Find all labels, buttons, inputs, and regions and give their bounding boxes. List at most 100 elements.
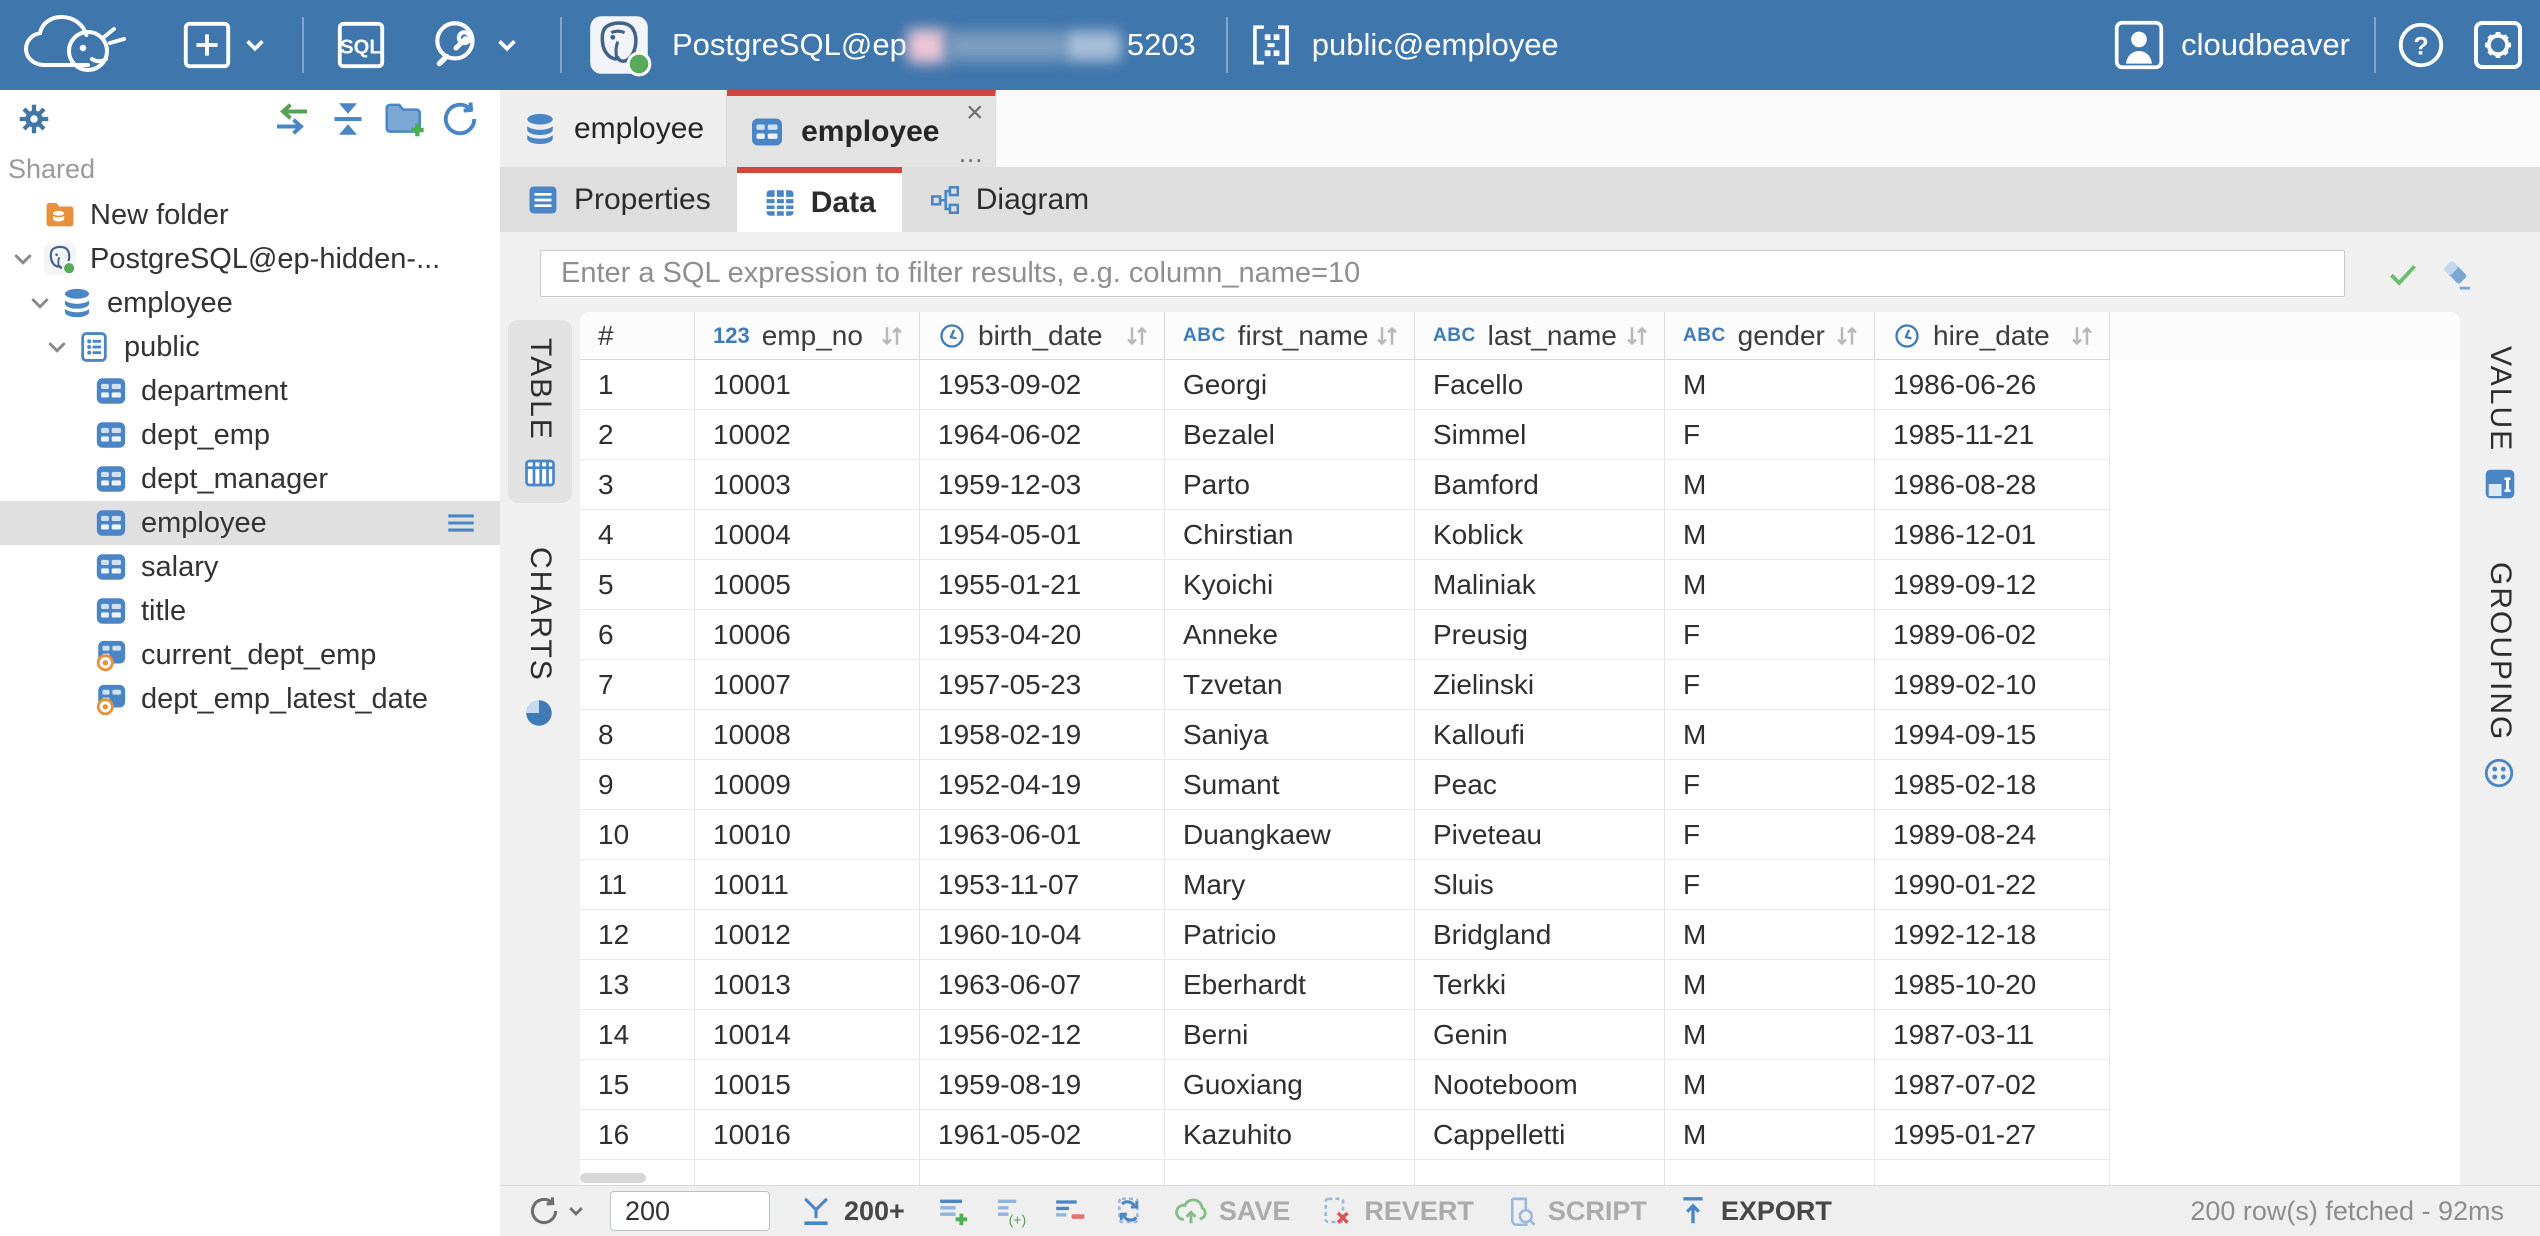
fetch-more-button[interactable]: 200+ (798, 1193, 905, 1229)
data-cell[interactable]: 1985-10-20 (1875, 960, 2110, 1010)
data-cell[interactable]: 1961-05-02 (920, 1110, 1165, 1160)
data-cell[interactable]: 1955-01-21 (920, 560, 1165, 610)
help-button[interactable]: ? (2394, 18, 2448, 72)
data-cell[interactable]: 10003 (695, 460, 920, 510)
schema-selector[interactable]: public@employee (1312, 27, 1559, 63)
data-cell[interactable]: M (1665, 960, 1875, 1010)
tab-data[interactable]: Data (737, 167, 902, 232)
data-cell[interactable]: F (1665, 860, 1875, 910)
data-cell[interactable]: F (1665, 610, 1875, 660)
data-cell[interactable]: 1994-09-15 (1875, 710, 2110, 760)
data-cell[interactable]: Guoxiang (1165, 1060, 1415, 1110)
data-cell[interactable]: Bridgland (1415, 910, 1665, 960)
data-cell[interactable]: Preusig (1415, 610, 1665, 660)
search-tools-button[interactable] (428, 16, 520, 74)
data-cell[interactable]: Genin (1415, 1010, 1665, 1060)
data-cell[interactable]: 1989-09-12 (1875, 560, 2110, 610)
panel-tab-value[interactable]: VALUE (2468, 328, 2532, 514)
collapse-all-button[interactable] (326, 97, 370, 141)
data-cell[interactable]: 10011 (695, 860, 920, 910)
data-cell[interactable]: M (1665, 560, 1875, 610)
data-cell[interactable]: 10002 (695, 410, 920, 460)
data-cell[interactable]: 1959-08-19 (920, 1060, 1165, 1110)
data-cell[interactable]: Chirstian (1165, 510, 1415, 560)
data-cell[interactable]: M (1665, 910, 1875, 960)
data-cell[interactable]: 1952-04-19 (920, 760, 1165, 810)
column-header-first_name[interactable]: ABCfirst_name (1165, 312, 1415, 360)
data-cell[interactable]: 1990-01-22 (1875, 860, 2110, 910)
data-cell[interactable]: F (1665, 760, 1875, 810)
presentation-tab-table[interactable]: TABLE (508, 320, 572, 503)
horizontal-scrollbar-thumb[interactable] (580, 1173, 646, 1183)
tree-item-department[interactable]: department (0, 369, 500, 413)
data-cell[interactable]: 1960-10-04 (920, 910, 1165, 960)
data-cell[interactable]: 1989-06-02 (1875, 610, 2110, 660)
tree-item-dept-emp[interactable]: dept_emp (0, 413, 500, 457)
column-header-rownum[interactable]: # (580, 312, 695, 360)
data-cell[interactable]: M (1665, 1010, 1875, 1060)
row-number-cell[interactable]: 7 (580, 660, 695, 710)
data-cell[interactable]: 1989-08-24 (1875, 810, 2110, 860)
data-cell[interactable]: 1953-11-07 (920, 860, 1165, 910)
data-cell[interactable]: 1992-12-18 (1875, 910, 2110, 960)
data-cell[interactable]: F (1665, 410, 1875, 460)
row-number-cell[interactable]: 8 (580, 710, 695, 760)
row-number-cell[interactable]: 2 (580, 410, 695, 460)
clear-filter-eraser-icon[interactable] (2438, 256, 2474, 292)
chevron-down-icon[interactable] (27, 290, 53, 316)
data-cell[interactable]: 10001 (695, 360, 920, 410)
data-cell[interactable]: 1986-06-26 (1875, 360, 2110, 410)
connection-name[interactable]: PostgreSQL@ep5203 (672, 27, 1196, 64)
row-number-cell[interactable]: 6 (580, 610, 695, 660)
data-cell[interactable]: Terkki (1415, 960, 1665, 1010)
tree-item-salary[interactable]: salary (0, 545, 500, 589)
row-number-cell[interactable]: 15 (580, 1060, 695, 1110)
data-cell[interactable]: 1989-02-10 (1875, 660, 2110, 710)
chevron-down-icon[interactable] (44, 334, 70, 360)
tree-item-employee[interactable]: employee (0, 501, 500, 545)
sql-editor-button[interactable]: SQL (334, 18, 388, 72)
data-cell[interactable]: Nooteboom (1415, 1060, 1665, 1110)
settings-gear-button[interactable] (2470, 17, 2526, 73)
data-cell[interactable]: Sumant (1165, 760, 1415, 810)
data-cell[interactable]: 10014 (695, 1010, 920, 1060)
data-cell[interactable]: Kalloufi (1415, 710, 1665, 760)
data-cell[interactable]: M (1665, 360, 1875, 410)
data-cell[interactable]: Bamford (1415, 460, 1665, 510)
fetch-size-input[interactable] (610, 1191, 770, 1231)
refresh-tree-button[interactable] (438, 97, 482, 141)
column-header-birth_date[interactable]: birth_date (920, 312, 1165, 360)
tree-item-new-folder[interactable]: New folder (0, 193, 500, 237)
data-cell[interactable]: 1954-05-01 (920, 510, 1165, 560)
column-header-last_name[interactable]: ABClast_name (1415, 312, 1665, 360)
data-cell[interactable]: Saniya (1165, 710, 1415, 760)
data-cell[interactable]: Georgi (1165, 360, 1415, 410)
export-button[interactable]: EXPORT (1675, 1193, 1832, 1229)
data-cell[interactable]: M (1665, 710, 1875, 760)
row-number-cell[interactable]: 1 (580, 360, 695, 410)
row-number-cell[interactable]: 10 (580, 810, 695, 860)
navigator-settings-gear-button[interactable] (12, 97, 56, 141)
data-cell[interactable]: 1958-02-19 (920, 710, 1165, 760)
data-cell[interactable]: Peac (1415, 760, 1665, 810)
data-cell[interactable]: 1956-02-12 (920, 1010, 1165, 1060)
row-number-cell[interactable]: 9 (580, 760, 695, 810)
data-cell[interactable]: Maliniak (1415, 560, 1665, 610)
data-cell[interactable]: Piveteau (1415, 810, 1665, 860)
data-cell[interactable]: 1953-04-20 (920, 610, 1165, 660)
row-number-cell[interactable]: 16 (580, 1110, 695, 1160)
schema-selector-icon[interactable] (1246, 20, 1296, 70)
data-cell[interactable]: 1985-11-21 (1875, 410, 2110, 460)
data-cell[interactable]: 1986-08-28 (1875, 460, 2110, 510)
data-cell[interactable]: 10016 (695, 1110, 920, 1160)
editor-tab-employee-table[interactable]: employee × ... (727, 90, 996, 167)
data-cell[interactable]: Cappelletti (1415, 1110, 1665, 1160)
data-cell[interactable]: Bezalel (1165, 410, 1415, 460)
data-cell[interactable]: Kyoichi (1165, 560, 1415, 610)
link-to-editor-button[interactable] (270, 97, 314, 141)
data-cell[interactable]: 1964-06-02 (920, 410, 1165, 460)
data-cell[interactable]: 1957-05-23 (920, 660, 1165, 710)
column-header-hire_date[interactable]: hire_date (1875, 312, 2110, 360)
close-tab-icon[interactable]: × (966, 98, 984, 128)
data-cell[interactable]: Koblick (1415, 510, 1665, 560)
